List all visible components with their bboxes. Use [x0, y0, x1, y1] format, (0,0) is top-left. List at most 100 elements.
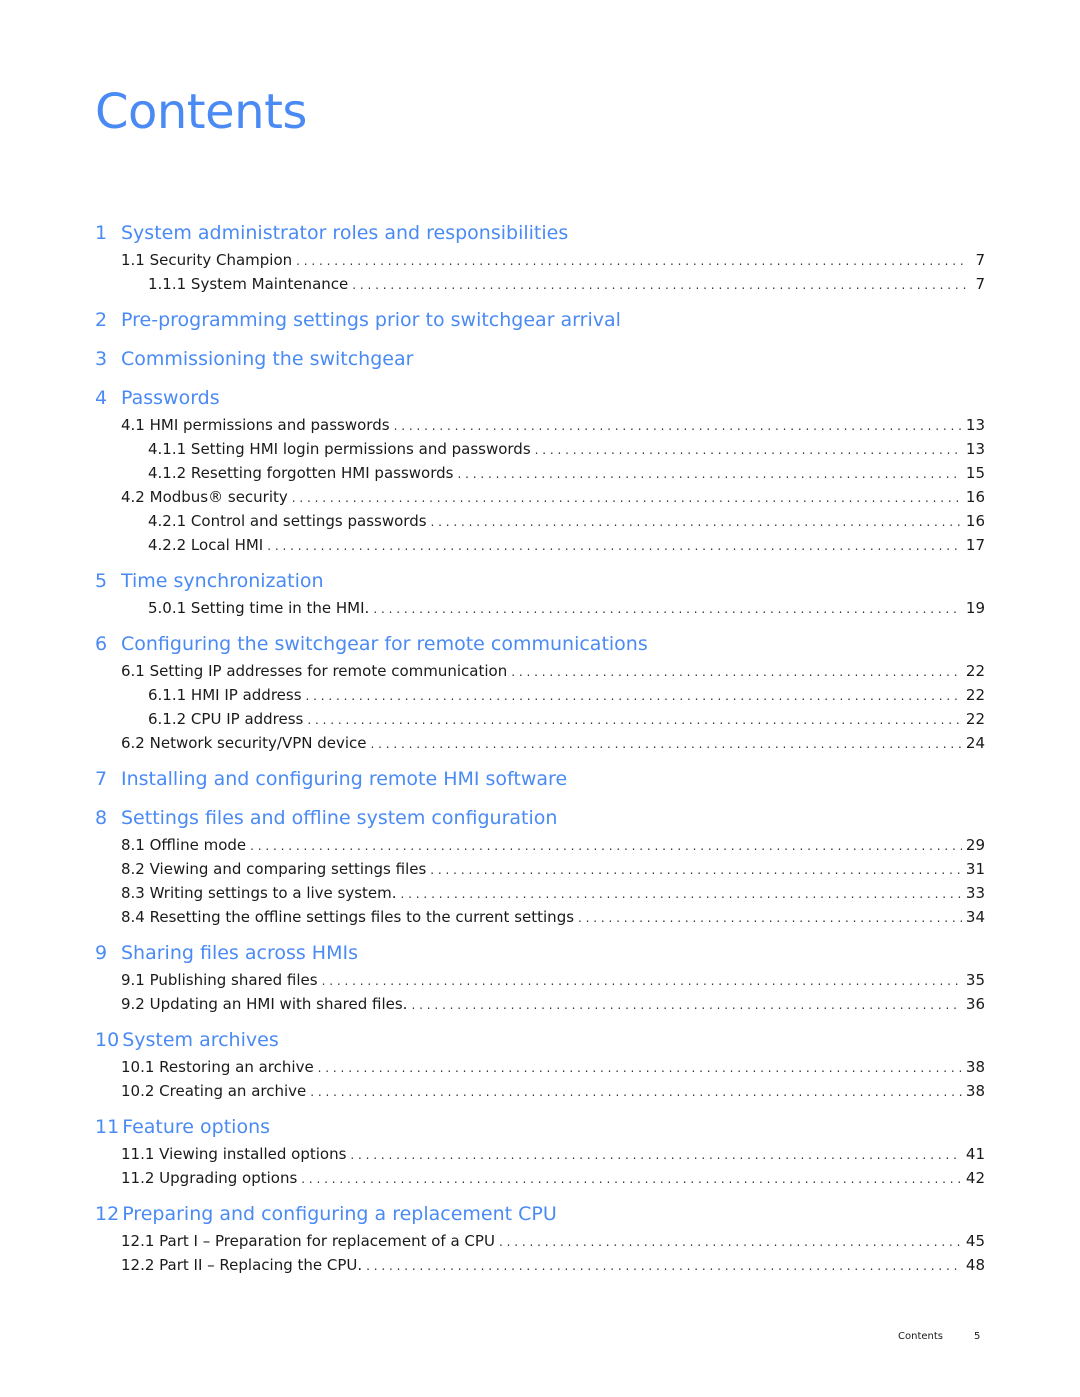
toc-entry-page-number[interactable]: 13: [962, 413, 985, 437]
toc-chapter-heading[interactable]: 2 Pre-programming settings prior to switc…: [95, 305, 985, 335]
toc-entry-label[interactable]: 4.1.2 Resetting forgotten HMI passwords: [148, 461, 457, 485]
toc-entry[interactable]: 4.1.1 Setting HMI login permissions and …: [95, 437, 985, 461]
toc-entry[interactable]: 11.1 Viewing installed options 41: [95, 1142, 985, 1166]
toc-entry[interactable]: 8.3 Writing settings to a live system. 33: [95, 881, 985, 905]
toc-chapter-heading[interactable]: 7 Installing and configuring remote HMI s…: [95, 764, 985, 794]
toc-entry-page-number[interactable]: 16: [962, 509, 985, 533]
toc-chapter-heading[interactable]: 12 Preparing and configuring a replacemen…: [95, 1199, 985, 1229]
toc-entry-page-number[interactable]: 13: [962, 437, 985, 461]
toc-entry[interactable]: 4.2.2 Local HMI 17: [95, 533, 985, 557]
toc-chapter-heading[interactable]: 1 System administrator roles and responsi…: [95, 218, 985, 248]
toc-entry-page-number[interactable]: 35: [962, 968, 985, 992]
toc-entry-label[interactable]: 8.4 Resetting the offline settings files…: [121, 905, 578, 929]
toc-chapter-heading[interactable]: 9 Sharing files across HMIs: [95, 938, 985, 968]
toc-entry-page-number[interactable]: 22: [962, 707, 985, 731]
toc-entry[interactable]: 1.1 Security Champion 7: [95, 248, 985, 272]
toc-entry-label[interactable]: 10.1 Restoring an archive: [121, 1055, 318, 1079]
toc-entry-page-number[interactable]: 7: [967, 272, 985, 296]
chapter-title[interactable]: System archives: [122, 1025, 279, 1055]
toc-entry[interactable]: 11.2 Upgrading options 42: [95, 1166, 985, 1190]
toc-entry-label[interactable]: 9.2 Updating an HMI with shared files.: [121, 992, 411, 1016]
toc-entry-page-number[interactable]: 15: [962, 461, 985, 485]
toc-entry[interactable]: 4.2 Modbus® security 16: [95, 485, 985, 509]
chapter-title[interactable]: Configuring the switchgear for remote co…: [121, 629, 648, 659]
toc-entry[interactable]: 10.2 Creating an archive 38: [95, 1079, 985, 1103]
toc-entry-label[interactable]: 8.3 Writing settings to a live system.: [121, 881, 401, 905]
toc-entry[interactable]: 8.1 Offline mode 29: [95, 833, 985, 857]
toc-entry-page-number[interactable]: 19: [962, 596, 985, 620]
toc-entry[interactable]: 6.1.2 CPU IP address 22: [95, 707, 985, 731]
chapter-title[interactable]: Time synchronization: [121, 566, 324, 596]
toc-chapter-heading[interactable]: 8 Settings files and offline system confi…: [95, 803, 985, 833]
toc-entry-label[interactable]: 4.2.1 Control and settings passwords: [148, 509, 431, 533]
toc-entry-page-number[interactable]: 36: [962, 992, 985, 1016]
chapter-title[interactable]: Commissioning the switchgear: [121, 344, 413, 374]
chapter-title[interactable]: System administrator roles and responsib…: [121, 218, 568, 248]
toc-entry-page-number[interactable]: 38: [962, 1055, 985, 1079]
toc-entry-label[interactable]: 1.1.1 System Maintenance: [148, 272, 352, 296]
toc-entry-label[interactable]: 1.1 Security Champion: [121, 248, 296, 272]
toc-entry-label[interactable]: 4.1 HMI permissions and passwords: [121, 413, 394, 437]
toc-entry-label[interactable]: 6.1.1 HMI IP address: [148, 683, 306, 707]
toc-entry-label[interactable]: 8.1 Offline mode: [121, 833, 250, 857]
toc-entry-page-number[interactable]: 31: [962, 857, 985, 881]
toc-entry[interactable]: 6.1 Setting IP addresses for remote comm…: [95, 659, 985, 683]
toc-entry-label[interactable]: 6.2 Network security/VPN device: [121, 731, 371, 755]
toc-entry[interactable]: 6.1.1 HMI IP address 22: [95, 683, 985, 707]
toc-entry-page-number[interactable]: 45: [962, 1229, 985, 1253]
toc-entry-page-number[interactable]: 34: [962, 905, 985, 929]
toc-entry-label[interactable]: 6.1 Setting IP addresses for remote comm…: [121, 659, 511, 683]
toc-entry-label[interactable]: 10.2 Creating an archive: [121, 1079, 310, 1103]
toc-entry-label[interactable]: 12.2 Part II – Replacing the CPU.: [121, 1253, 366, 1277]
toc-entry-label[interactable]: 11.1 Viewing installed options: [121, 1142, 350, 1166]
chapter-title[interactable]: Passwords: [121, 383, 220, 413]
toc-entry-page-number[interactable]: 17: [962, 533, 985, 557]
toc-entry-page-number[interactable]: 42: [962, 1166, 985, 1190]
toc-entry[interactable]: 8.4 Resetting the offline settings files…: [95, 905, 985, 929]
toc-entry-page-number[interactable]: 48: [962, 1253, 985, 1277]
toc-chapter-heading[interactable]: 4 Passwords: [95, 383, 985, 413]
toc-chapter-heading[interactable]: 3 Commissioning the switchgear: [95, 344, 985, 374]
toc-entry-page-number[interactable]: 33: [962, 881, 985, 905]
toc-entry-page-number[interactable]: 38: [962, 1079, 985, 1103]
toc-entry[interactable]: 4.2.1 Control and settings passwords 16: [95, 509, 985, 533]
toc-chapter-heading[interactable]: 6 Configuring the switchgear for remote c…: [95, 629, 985, 659]
toc-entry-page-number[interactable]: 29: [962, 833, 985, 857]
toc-entry-label[interactable]: 5.0.1 Setting time in the HMI.: [148, 596, 373, 620]
toc-entry[interactable]: 5.0.1 Setting time in the HMI. 19: [95, 596, 985, 620]
dot-leader: [578, 906, 962, 930]
toc-chapter-heading[interactable]: 11 Feature options: [95, 1112, 985, 1142]
chapter-title[interactable]: Preparing and configuring a replacement …: [122, 1199, 557, 1229]
toc-entry-label[interactable]: 9.1 Publishing shared files: [121, 968, 322, 992]
toc-chapter-heading[interactable]: 5 Time synchronization: [95, 566, 985, 596]
toc-entry[interactable]: 6.2 Network security/VPN device 24: [95, 731, 985, 755]
toc-entry-page-number[interactable]: 7: [967, 248, 985, 272]
toc-entry[interactable]: 4.1.2 Resetting forgotten HMI passwords 1…: [95, 461, 985, 485]
toc-entry[interactable]: 12.1 Part I – Preparation for replacemen…: [95, 1229, 985, 1253]
toc-entry-label[interactable]: 11.2 Upgrading options: [121, 1166, 301, 1190]
toc-entry-page-number[interactable]: 16: [962, 485, 985, 509]
toc-entry[interactable]: 1.1.1 System Maintenance 7: [95, 272, 985, 296]
toc-entry[interactable]: 4.1 HMI permissions and passwords 13: [95, 413, 985, 437]
toc-entry-page-number[interactable]: 24: [962, 731, 985, 755]
chapter-title[interactable]: Feature options: [122, 1112, 270, 1142]
toc-entry[interactable]: 9.1 Publishing shared files 35: [95, 968, 985, 992]
chapter-title[interactable]: Sharing files across HMIs: [121, 938, 358, 968]
toc-entry-page-number[interactable]: 41: [962, 1142, 985, 1166]
toc-entry-label[interactable]: 4.1.1 Setting HMI login permissions and …: [148, 437, 535, 461]
toc-chapter-heading[interactable]: 10 System archives: [95, 1025, 985, 1055]
toc-entry[interactable]: 9.2 Updating an HMI with shared files. 36: [95, 992, 985, 1016]
toc-entry-page-number[interactable]: 22: [962, 683, 985, 707]
toc-entry-label[interactable]: 6.1.2 CPU IP address: [148, 707, 307, 731]
toc-entry[interactable]: 10.1 Restoring an archive 38: [95, 1055, 985, 1079]
toc-entry-label[interactable]: 4.2.2 Local HMI: [148, 533, 267, 557]
toc-entry[interactable]: 12.2 Part II – Replacing the CPU. 48: [95, 1253, 985, 1277]
toc-entry-label[interactable]: 12.1 Part I – Preparation for replacemen…: [121, 1229, 499, 1253]
toc-entry-page-number[interactable]: 22: [962, 659, 985, 683]
chapter-title[interactable]: Settings files and offline system config…: [121, 803, 557, 833]
chapter-title[interactable]: Installing and configuring remote HMI so…: [121, 764, 567, 794]
toc-entry[interactable]: 8.2 Viewing and comparing settings files…: [95, 857, 985, 881]
chapter-title[interactable]: Pre-programming settings prior to switch…: [121, 305, 621, 335]
toc-entry-label[interactable]: 4.2 Modbus® security: [121, 485, 292, 509]
toc-entry-label[interactable]: 8.2 Viewing and comparing settings files: [121, 857, 430, 881]
